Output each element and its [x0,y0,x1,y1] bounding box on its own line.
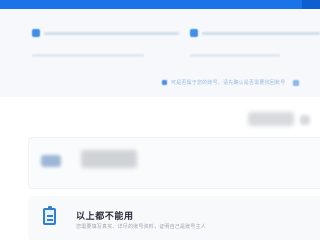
step-2-progress-line [202,31,320,35]
top-bar [0,0,320,9]
step-1-caption [32,54,144,57]
step-2-caption [190,54,280,57]
step-2-icon [190,29,198,37]
info-icon [162,80,167,85]
blurred-account-label [248,112,294,126]
step-1-progress-line [44,31,179,35]
none-available-option-card[interactable]: 以上都不能用 您需要填写真实、详尽的账号资料，证明自己是账号主人 [28,196,320,240]
account-option-card[interactable] [28,137,320,189]
account-name-redacted [81,150,137,168]
arrow-icon [293,79,300,86]
avatar [41,155,61,167]
blurred-account-icon [300,115,310,125]
none-available-description: 您需要填写真实、详尽的账号资料，证明自己是账号主人 [76,224,207,230]
step-1-icon [32,29,40,37]
none-available-title: 以上都不能用 [76,212,134,222]
header-area: 可是否属于您的账号，请先确认是否需要找回账号 [0,9,320,97]
help-link-text[interactable]: 可是否属于您的账号，请先确认是否需要找回账号 [171,79,285,86]
step-indicator-1 [32,29,179,37]
step-indicator-2 [190,29,320,37]
clipboard-icon [43,206,56,225]
help-link[interactable]: 可是否属于您的账号，请先确认是否需要找回账号 [162,79,300,86]
